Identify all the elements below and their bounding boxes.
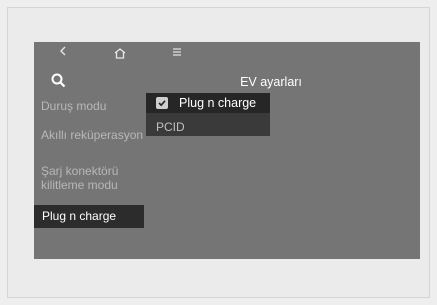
checkbox-checked-icon[interactable] bbox=[156, 97, 168, 109]
sidebar-item-durus-modu[interactable]: Duruş modu bbox=[34, 99, 144, 113]
home-icon[interactable] bbox=[114, 47, 126, 63]
plug-n-charge-toggle[interactable]: Plug n charge bbox=[146, 93, 270, 113]
pcid-item[interactable]: PCID bbox=[156, 120, 185, 134]
sidebar-item-plug-n-charge[interactable]: Plug n charge bbox=[34, 205, 144, 228]
sidebar-item-sarj-konektoru-kilitleme[interactable]: Şarj konektörü kilitleme modu bbox=[34, 164, 144, 192]
plug-n-charge-panel: Plug n charge PCID bbox=[146, 93, 270, 136]
infotainment-screen: EV ayarları Duruş modu Akıllı reküperasy… bbox=[34, 42, 420, 259]
page-title: EV ayarları bbox=[240, 75, 302, 89]
menu-icon[interactable] bbox=[172, 45, 182, 61]
plug-n-charge-label: Plug n charge bbox=[179, 96, 257, 110]
sidebar-item-akilli-rekuperasyon[interactable]: Akıllı reküperasyon bbox=[34, 128, 144, 142]
back-icon[interactable] bbox=[59, 45, 67, 61]
